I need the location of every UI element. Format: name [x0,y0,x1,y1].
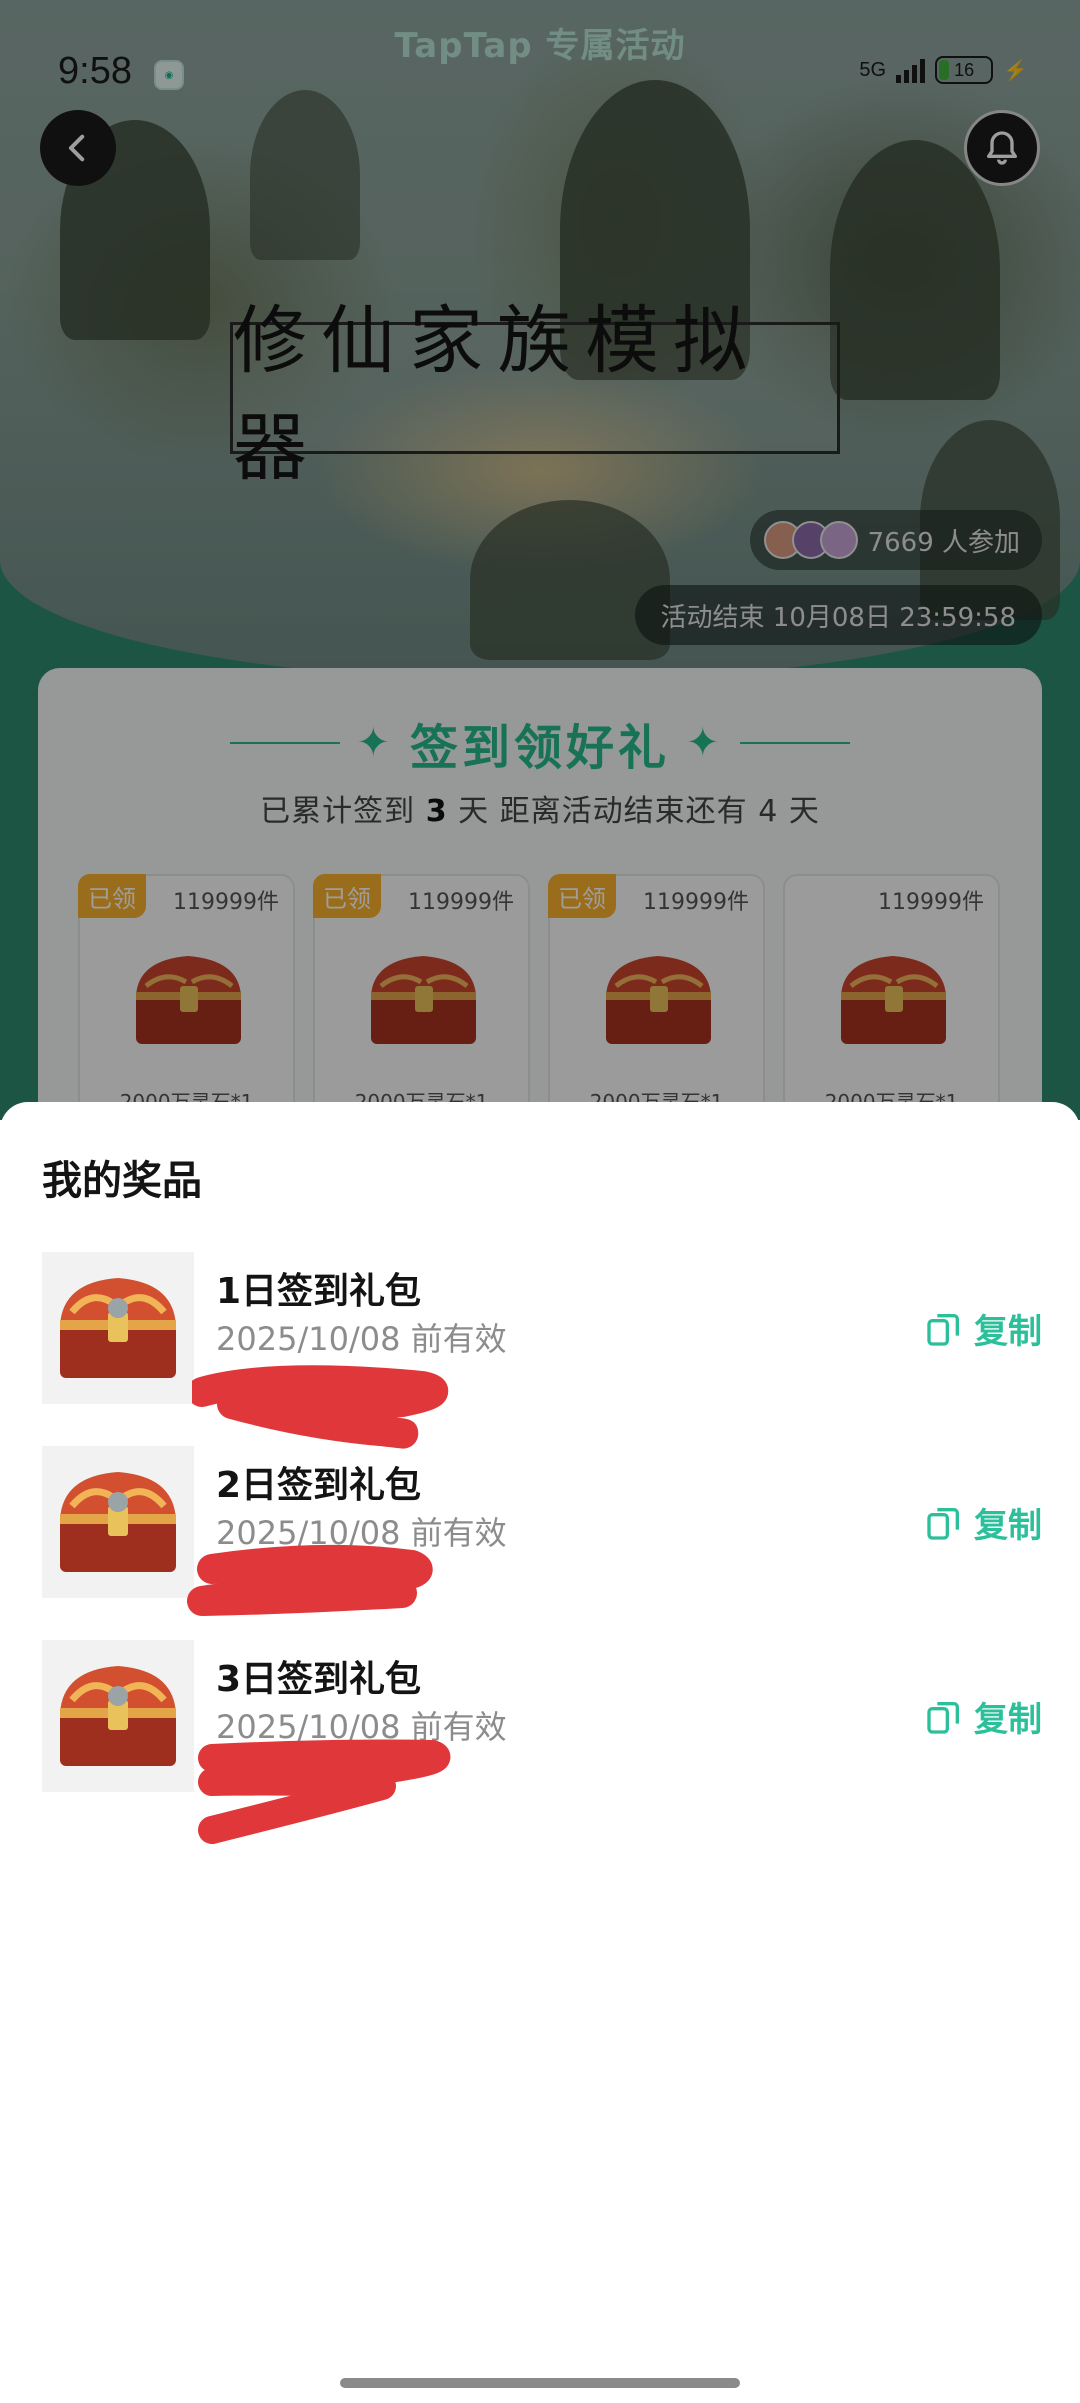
prize-thumbnail [42,1252,194,1404]
copy-button[interactable]: 复制 [924,1304,1042,1353]
redaction-scribble [187,1544,433,1616]
copy-button[interactable]: 复制 [924,1692,1042,1741]
my-prizes-sheet: 我的奖品 1日签到礼包 2025/10/08 前有效 复制 2日签到礼包 202… [0,1102,1080,2403]
copy-label: 复制 [974,1312,1042,1352]
prize-item: 2日签到礼包 2025/10/08 前有效 复制 [42,1446,1042,1616]
home-indicator[interactable] [340,2378,740,2388]
modal-overlay[interactable] [0,0,1080,1120]
prize-thumbnail [42,1446,194,1598]
copy-icon [927,1313,959,1346]
redaction-scribble [192,1365,449,1449]
prize-name: 2日签到礼包 [216,1465,422,1506]
treasure-chest-icon [60,1278,176,1378]
sheet-title: 我的奖品 [42,1158,202,1204]
prize-thumbnail [42,1640,194,1792]
copy-button[interactable]: 复制 [924,1498,1042,1547]
prize-item: 1日签到礼包 2025/10/08 前有效 复制 [42,1252,1042,1449]
redaction-scribble [198,1739,451,1844]
prize-name: 1日签到礼包 [216,1271,422,1312]
treasure-chest-icon [60,1666,176,1766]
copy-label: 复制 [974,1700,1042,1740]
treasure-chest-icon [60,1472,176,1572]
copy-icon [927,1701,959,1734]
background-page: TapTap 专属活动 9:58 ◉ 5G 16 ⚡ 修仙家族模拟器 7669 … [0,0,1080,1120]
prize-name: 3日签到礼包 [216,1659,422,1700]
prize-item: 3日签到礼包 2025/10/08 前有效 复制 [42,1640,1042,1844]
copy-icon [927,1507,959,1540]
copy-label: 复制 [974,1506,1042,1546]
